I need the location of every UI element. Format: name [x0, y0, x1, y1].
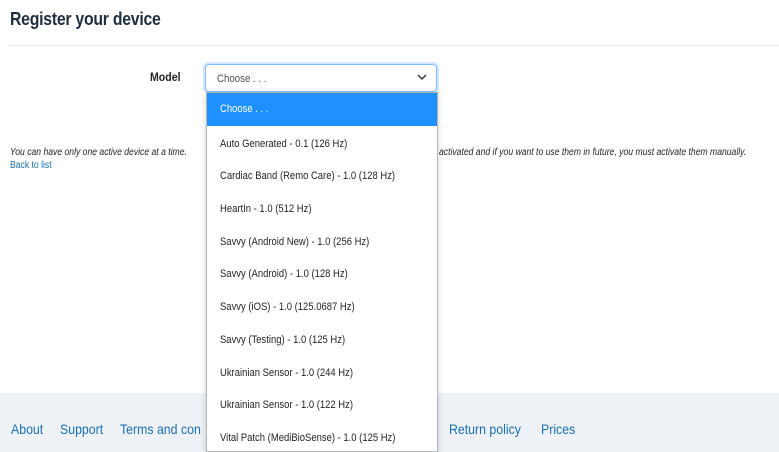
dropdown-option[interactable]: Auto Generated - 0.1 (126 Hz) — [207, 128, 437, 161]
model-select-value: Choose . . . — [217, 73, 267, 85]
page-title: Register your device — [10, 9, 161, 29]
dropdown-option[interactable]: Choose . . . — [207, 93, 437, 126]
model-label: Model — [150, 70, 181, 84]
dropdown-option[interactable]: Ukrainian Sensor - 1.0 (122 Hz) — [207, 389, 437, 422]
dropdown-option[interactable]: Savvy (Android) - 1.0 (128 Hz) — [207, 258, 437, 291]
footer-link-prices[interactable]: Prices — [541, 421, 575, 437]
footer-link-about[interactable]: About — [11, 421, 43, 437]
dropdown-option[interactable]: Ukrainian Sensor - 1.0 (244 Hz) — [207, 357, 437, 390]
dropdown-option[interactable]: Vital Patch (MediBioSense) - 1.0 (125 Hz… — [207, 422, 437, 451]
dropdown-option-label: Ukrainian Sensor - 1.0 (122 Hz) — [220, 399, 354, 411]
dropdown-option-label: HeartIn - 1.0 (512 Hz) — [220, 203, 312, 215]
footer-link-return-policy[interactable]: Return policy — [449, 421, 521, 437]
dropdown-option-label: Ukrainian Sensor - 1.0 (244 Hz) — [220, 367, 354, 379]
dropdown-option-label: Vital Patch (MediBioSense) - 1.0 (125 Hz… — [220, 432, 396, 444]
chevron-down-icon — [417, 74, 427, 81]
dropdown-option-label: Savvy (Android) - 1.0 (128 Hz) — [220, 268, 348, 280]
dropdown-option[interactable]: Savvy (iOS) - 1.0 (125.0687 Hz) — [207, 291, 437, 324]
dropdown-option-label: Savvy (Testing) - 1.0 (125 Hz) — [220, 334, 346, 346]
dropdown-option[interactable]: Savvy (Testing) - 1.0 (125 Hz) — [207, 324, 437, 357]
dropdown-option[interactable]: Cardiac Band (Remo Care) - 1.0 (128 Hz) — [207, 160, 437, 193]
dropdown-option-label: Choose . . . — [220, 103, 269, 115]
title-divider — [10, 45, 779, 46]
model-select[interactable]: Choose . . . — [205, 64, 437, 92]
back-to-list-link[interactable]: Back to list — [10, 160, 52, 171]
dropdown-option-label: Savvy (Android New) - 1.0 (256 Hz) — [220, 236, 370, 248]
footer-link-support[interactable]: Support — [60, 421, 103, 437]
footer-link-terms[interactable]: Terms and con — [120, 421, 201, 437]
dropdown-option-label: Cardiac Band (Remo Care) - 1.0 (128 Hz) — [220, 170, 396, 182]
page: Register your device Model Choose . . . … — [0, 0, 779, 452]
notice-text-right: activated and if you want to use them in… — [439, 147, 747, 158]
dropdown-option-label: Savvy (iOS) - 1.0 (125.0687 Hz) — [220, 301, 355, 313]
dropdown-option[interactable]: HeartIn - 1.0 (512 Hz) — [207, 193, 437, 226]
dropdown-option[interactable]: Savvy (Android New) - 1.0 (256 Hz) — [207, 226, 437, 259]
model-dropdown-list[interactable]: Choose . . . Auto Generated - 0.1 (126 H… — [206, 92, 438, 452]
dropdown-option-label: Auto Generated - 0.1 (126 Hz) — [220, 138, 348, 150]
notice-text-left: You can have only one active device at a… — [10, 147, 187, 158]
